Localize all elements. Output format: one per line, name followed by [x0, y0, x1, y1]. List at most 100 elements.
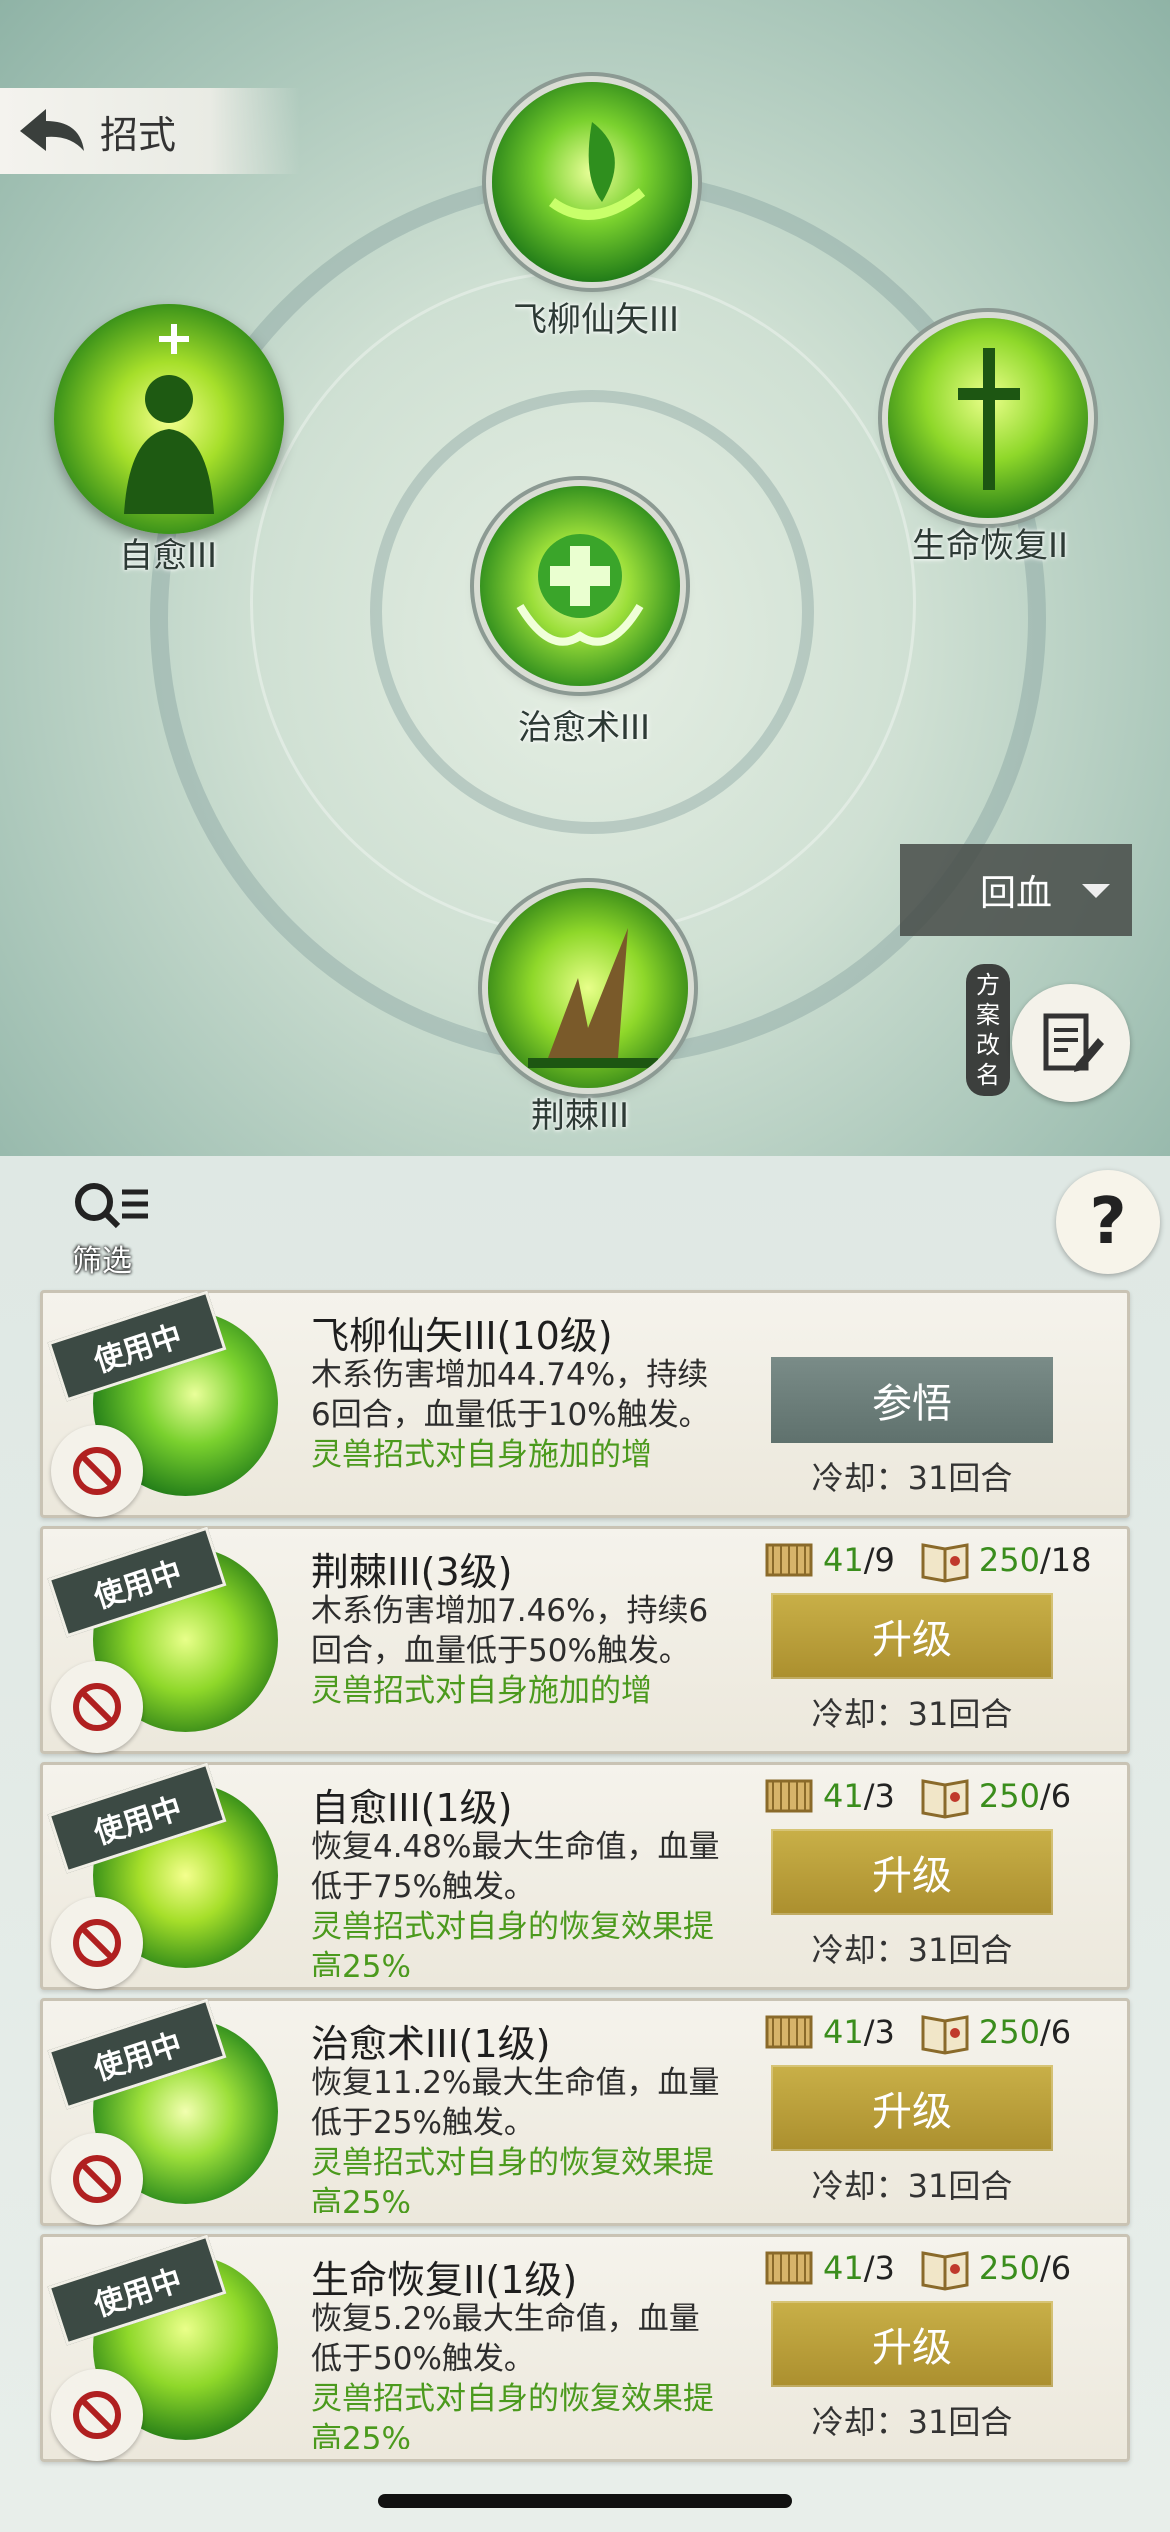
- upgrade-materials: 41/9 250/18: [763, 1537, 1091, 1583]
- unequip-button[interactable]: [51, 1897, 143, 1989]
- skill-slot-bottom-label: 荆棘III: [530, 1096, 630, 1136]
- desc-bonus-text: 灵兽招式对自身施加的增: [311, 1673, 652, 1709]
- material-1-count: 41: [823, 2013, 864, 2051]
- rename-char-3: 改: [976, 1031, 1000, 1059]
- skill-description: 木系伤害增加7.46%，持续6回合，血量低于50%触发。灵兽招式对自身施加的增: [311, 1591, 721, 1741]
- help-button[interactable]: ?: [1056, 1170, 1160, 1274]
- rename-char-1: 方: [976, 971, 1000, 999]
- material-2-required: /18: [1039, 1541, 1092, 1579]
- scroll-icon: [765, 1779, 813, 1813]
- material-1-count: 41: [823, 1777, 864, 1815]
- skill-description: 恢复11.2%最大生命值，血量低于25%触发。 灵兽招式对自身的恢复效果提高25%: [311, 2063, 721, 2213]
- edit-note-icon: [1012, 984, 1130, 1102]
- skill-slot-right[interactable]: [888, 318, 1088, 518]
- cooldown-text: 冷却：31回合: [811, 1931, 1013, 1969]
- upgrade-materials: 41/3 250/6: [763, 2009, 1071, 2055]
- upgrade-button[interactable]: 升级: [771, 2065, 1053, 2151]
- filter-icon: [75, 1183, 148, 1229]
- question-icon: ?: [1089, 1185, 1127, 1259]
- material-1-required: /9: [863, 1541, 895, 1579]
- thorns-skill-icon: [488, 888, 688, 1088]
- leaf-skill-icon: [492, 82, 692, 282]
- material-1-required: /3: [863, 2013, 895, 2051]
- skill-card-2[interactable]: 使用中 荆棘III(3级) 木系伤害增加7.46%，持续6回合，血量低于50%触…: [40, 1526, 1130, 1754]
- desc-bonus-text: 灵兽招式对自身施加的增: [311, 1437, 652, 1473]
- skill-slot-top-label: 飞柳仙矢III: [512, 300, 680, 340]
- unequip-button[interactable]: [51, 1425, 143, 1517]
- desc-text: 木系伤害增加7.46%，持续6回合，血量低于50%触发。: [311, 1593, 709, 1669]
- desc-text: 恢复11.2%最大生命值，血量低于25%触发。: [311, 2065, 720, 2141]
- book-icon: [921, 2015, 969, 2055]
- skill-card-4[interactable]: 使用中 治愈术III(1级) 恢复11.2%最大生命值，血量低于25%触发。 灵兽…: [40, 1998, 1130, 2226]
- cooldown-text: 冷却：31回合: [811, 2167, 1013, 2205]
- skill-slot-bottom[interactable]: [488, 888, 688, 1088]
- upgrade-button[interactable]: 升级: [771, 1829, 1053, 1915]
- cooldown-text: 冷却：31回合: [811, 1459, 1013, 1497]
- prohibit-icon: [73, 1447, 121, 1495]
- skill-slot-top[interactable]: [492, 82, 692, 282]
- skill-slot-right-label: 生命恢复II: [911, 526, 1069, 566]
- skill-card-1[interactable]: 使用中 飞柳仙矢III(10级) 木系伤害增加44.74%，持续6回合，血量低于…: [40, 1290, 1130, 1518]
- skill-card-3[interactable]: 使用中 自愈III(1级) 恢复4.48%最大生命值，血量低于75%触发。 灵兽招…: [40, 1762, 1130, 1990]
- prohibit-icon: [73, 1683, 121, 1731]
- skill-name: 荆棘III(3级): [311, 1550, 513, 1594]
- preset-dropdown[interactable]: 回血: [900, 844, 1132, 936]
- rename-label: 方 案 改 名: [966, 964, 1010, 1096]
- skill-card-5[interactable]: 使用中 生命恢复II(1级) 恢复5.2%最大生命值，血量低于50%触发。 灵兽招…: [40, 2234, 1130, 2462]
- material-2-required: /6: [1039, 2013, 1072, 2051]
- prohibit-icon: [73, 2391, 121, 2439]
- skill-name: 飞柳仙矢III(10级): [311, 1314, 613, 1358]
- desc-text: 恢复5.2%最大生命值，血量低于50%触发。: [311, 2301, 700, 2377]
- book-icon: [921, 1779, 969, 1819]
- unequip-button[interactable]: [51, 1661, 143, 1753]
- comprehend-button[interactable]: 参悟: [771, 1357, 1053, 1443]
- chevron-down-icon: [1082, 884, 1110, 898]
- skill-name: 生命恢复II(1级): [311, 2258, 578, 2302]
- skill-slot-center[interactable]: [480, 486, 680, 686]
- desc-bonus-text: 灵兽招式对自身的恢复效果提高25%: [311, 2381, 714, 2449]
- upgrade-button[interactable]: 升级: [771, 1593, 1053, 1679]
- skill-slot-center-label: 治愈术III: [517, 708, 651, 748]
- prohibit-icon: [73, 2155, 121, 2203]
- skill-name: 治愈术III(1级): [311, 2022, 551, 2066]
- desc-bonus-text: 灵兽招式对自身的恢复效果提高25%: [311, 1909, 714, 1977]
- rename-preset-button[interactable]: 方 案 改 名: [966, 964, 1136, 1114]
- book-icon: [921, 2251, 969, 2291]
- book-icon: [921, 1543, 969, 1583]
- unequip-button[interactable]: [51, 2369, 143, 2461]
- material-1-count: 41: [823, 2249, 864, 2287]
- self-heal-skill-icon: [54, 304, 284, 534]
- skill-description: 恢复4.48%最大生命值，血量低于75%触发。 灵兽招式对自身的恢复效果提高25%: [311, 1827, 721, 1977]
- skill-name: 自愈III(1级): [311, 1786, 513, 1830]
- desc-text: 木系伤害增加44.74%，持续6回合，血量低于10%触发。: [311, 1357, 710, 1433]
- skill-slot-left-label: 自愈III: [118, 536, 218, 576]
- filter-button[interactable]: 筛选: [62, 1180, 162, 1280]
- material-2-required: /6: [1039, 2249, 1072, 2287]
- filter-label: 筛选: [72, 1244, 132, 1279]
- unequip-button[interactable]: [51, 2133, 143, 2225]
- cooldown-text: 冷却：31回合: [811, 1695, 1013, 1733]
- upgrade-materials: 41/3 250/6: [763, 2245, 1071, 2291]
- prohibit-icon: [73, 1919, 121, 1967]
- skill-slot-left[interactable]: [54, 304, 284, 534]
- scroll-icon: [765, 2251, 813, 2285]
- material-1-required: /3: [863, 1777, 895, 1815]
- preset-selected: 回血: [979, 873, 1052, 914]
- back-button[interactable]: 招式: [0, 88, 300, 174]
- upgrade-button[interactable]: 升级: [771, 2301, 1053, 2387]
- page-title: 招式: [100, 112, 177, 157]
- material-2-required: /6: [1039, 1777, 1072, 1815]
- scroll-icon: [765, 1543, 813, 1577]
- rename-char-4: 名: [976, 1061, 1000, 1089]
- desc-text: 恢复4.48%最大生命值，血量低于75%触发。: [311, 1829, 720, 1905]
- material-1-count: 41: [823, 1541, 864, 1579]
- material-2-count: 250: [978, 2249, 1040, 2287]
- desc-bonus-text: 灵兽招式对自身的恢复效果提高25%: [311, 2145, 714, 2213]
- material-1-required: /3: [863, 2249, 895, 2287]
- heal-cross-skill-icon: [480, 486, 680, 686]
- life-restore-skill-icon: [888, 318, 1088, 518]
- back-arrow-icon: [0, 88, 100, 174]
- rename-char-2: 案: [976, 1001, 1000, 1029]
- upgrade-materials: 41/3 250/6: [763, 1773, 1071, 1819]
- home-indicator[interactable]: [378, 2494, 792, 2508]
